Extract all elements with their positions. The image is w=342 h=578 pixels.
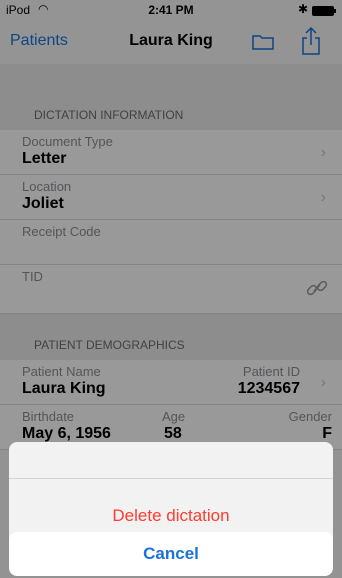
action-sheet-top-area [9,442,333,479]
cancel-button[interactable]: Cancel [9,532,333,576]
